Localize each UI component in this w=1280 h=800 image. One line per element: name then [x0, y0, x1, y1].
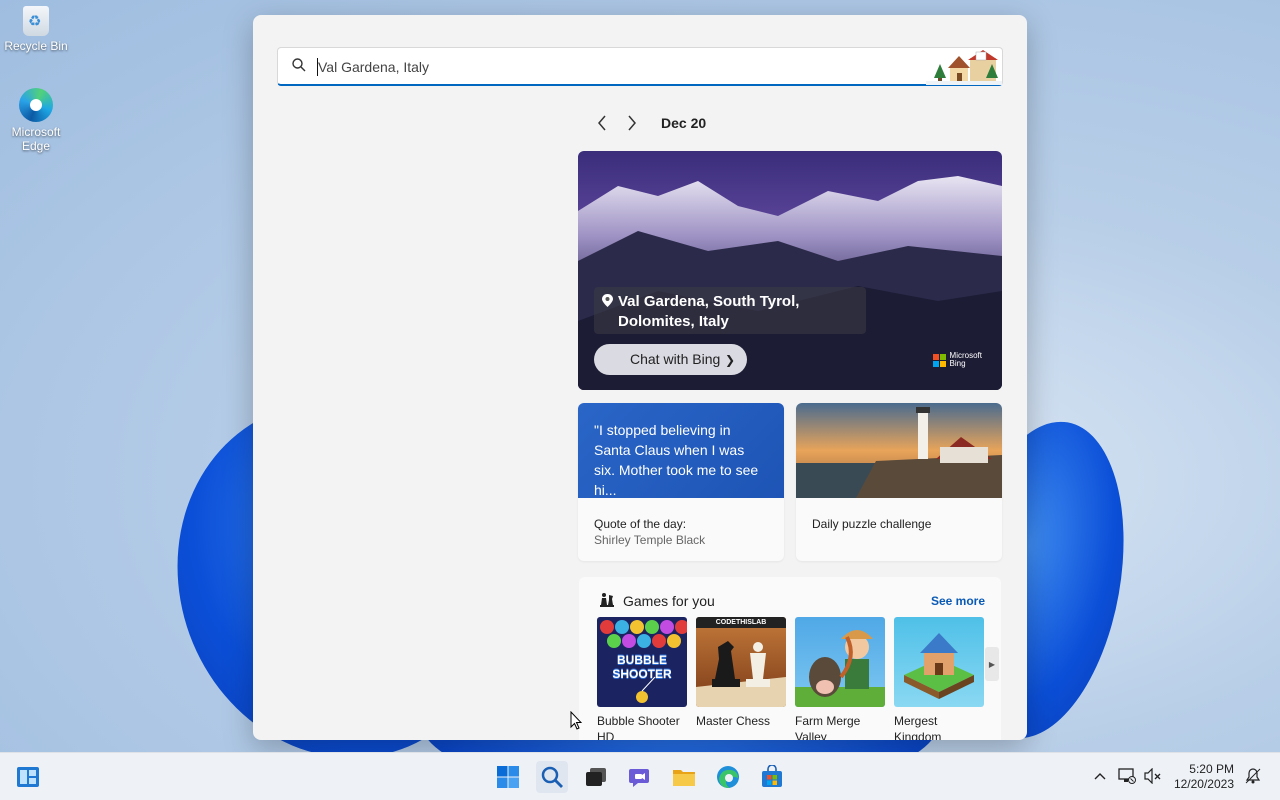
desktop-icon-recycle-bin[interactable]: Recycle Bin [0, 6, 72, 53]
game-name: Master Chess [696, 714, 771, 728]
file-explorer-button[interactable] [668, 761, 700, 793]
games-scroll-right-button[interactable]: ▶ [985, 647, 999, 681]
chat-with-bing-label: Chat with Bing [630, 351, 721, 367]
current-date: Dec 20 [661, 115, 707, 131]
game-name: Mergest Kingdom [894, 714, 942, 740]
network-tray-button[interactable] [1118, 767, 1136, 785]
desktop-icon-microsoft-edge[interactable]: Microsoft Edge [0, 88, 72, 153]
lighthouse-image [796, 403, 1002, 498]
caret-right-icon: ▶ [988, 659, 996, 669]
previous-day-button[interactable] [587, 111, 617, 135]
games-for-you-section: Games for you See more BUBBLE SHOOTER Bu… [579, 577, 1001, 740]
search-taskbar-button[interactable] [536, 761, 568, 793]
bubble-shooter-thumbnail: BUBBLE SHOOTER [597, 617, 687, 707]
network-disconnected-icon [1118, 768, 1136, 784]
quote-of-the-day-card[interactable]: "I stopped believing in Santa Claus when… [578, 403, 784, 561]
quote-caption: Quote of the day: [594, 517, 687, 531]
next-day-button[interactable] [617, 111, 647, 135]
teams-chat-button[interactable] [624, 761, 656, 793]
recycle-bin-icon [23, 6, 49, 36]
file-explorer-icon [673, 770, 695, 786]
game-tile-master-chess[interactable]: CODETHISLAB Master Chess [696, 617, 786, 729]
game-tile-farm-merge-valley[interactable]: Farm Merge Valley [795, 617, 885, 740]
chevron-up-icon [1094, 773, 1106, 780]
search-panel: Val Gardena, Italy Dec 20 Val Gardena, S… [253, 15, 1027, 740]
store-icon [762, 765, 782, 787]
location-text: Val Gardena, South Tyrol, Dolomites, Ita… [618, 293, 800, 330]
location-label: Val Gardena, South Tyrol, Dolomites, Ita… [594, 287, 866, 334]
edge-taskbar-button[interactable] [712, 761, 744, 793]
game-name: Farm Merge Valley [795, 714, 861, 740]
puzzle-caption: Daily puzzle challenge [812, 517, 932, 531]
microsoft-logo-icon [932, 353, 946, 367]
edge-icon [717, 766, 739, 788]
see-more-games-link[interactable]: See more [931, 594, 985, 608]
daily-puzzle-card[interactable]: Daily puzzle challenge [796, 403, 1002, 561]
search-icon [541, 766, 563, 788]
start-button[interactable] [492, 761, 524, 793]
taskbar: 5:20 PM 12/20/2023 [0, 752, 1280, 800]
brand-line: Bing [949, 359, 966, 368]
chat-with-bing-button[interactable]: Chat with Bing ❯ [594, 344, 747, 375]
taskbar-clock[interactable]: 5:20 PM 12/20/2023 [1174, 762, 1234, 792]
volume-tray-button[interactable] [1144, 767, 1162, 785]
notification-bell-icon [1245, 768, 1261, 784]
games-section-title: Games for you [623, 593, 715, 609]
mergest-kingdom-thumbnail [894, 617, 984, 707]
quote-author: Shirley Temple Black [594, 533, 706, 547]
quote-text: "I stopped believing in Santa Claus when… [578, 403, 784, 498]
edge-icon [19, 88, 53, 122]
clock-date: 12/20/2023 [1173, 777, 1234, 791]
teams-chat-icon [629, 769, 649, 787]
chevron-left-icon [598, 115, 606, 131]
search-input[interactable]: Val Gardena, Italy [277, 47, 1003, 86]
game-name: Bubble Shooter HD [597, 714, 680, 740]
start-icon [497, 766, 519, 788]
search-input-value: Val Gardena, Italy [318, 59, 430, 75]
show-hidden-icons-button[interactable] [1091, 767, 1109, 785]
notifications-button[interactable] [1244, 767, 1262, 785]
farm-merge-valley-thumbnail [795, 617, 885, 707]
game-tile-mergest-kingdom[interactable]: Mergest Kingdom [894, 617, 984, 740]
microsoft-bing-logo: Microsoft Bing [932, 352, 982, 368]
clock-time: 5:20 PM [1189, 762, 1234, 776]
chevron-right-icon [628, 115, 636, 131]
location-pin-icon [602, 294, 613, 307]
speaker-muted-icon [1144, 768, 1161, 784]
chess-pieces-icon [600, 593, 614, 607]
microsoft-store-button[interactable] [756, 761, 788, 793]
bubble-shooter-logo-text: BUBBLE SHOOTER [612, 653, 672, 681]
desktop-icon-label: Recycle Bin [4, 39, 68, 53]
master-chess-thumbnail: CODETHISLAB [696, 617, 786, 707]
search-highlight-doodle[interactable] [926, 48, 1002, 85]
task-view-icon [586, 768, 606, 786]
mouse-pointer-icon [570, 711, 582, 730]
date-navigator: Dec 20 [587, 111, 706, 135]
game-tile-bubble-shooter[interactable]: BUBBLE SHOOTER Bubble Shooter HD [597, 617, 687, 740]
widgets-button[interactable] [12, 761, 44, 793]
widgets-icon [17, 767, 39, 787]
hero-image-card[interactable]: Val Gardena, South Tyrol, Dolomites, Ita… [578, 151, 1002, 390]
chevron-right-icon: ❯ [724, 353, 735, 367]
search-icon [292, 58, 306, 72]
desktop-icon-label: Microsoft Edge [11, 125, 61, 153]
task-view-button[interactable] [580, 761, 612, 793]
